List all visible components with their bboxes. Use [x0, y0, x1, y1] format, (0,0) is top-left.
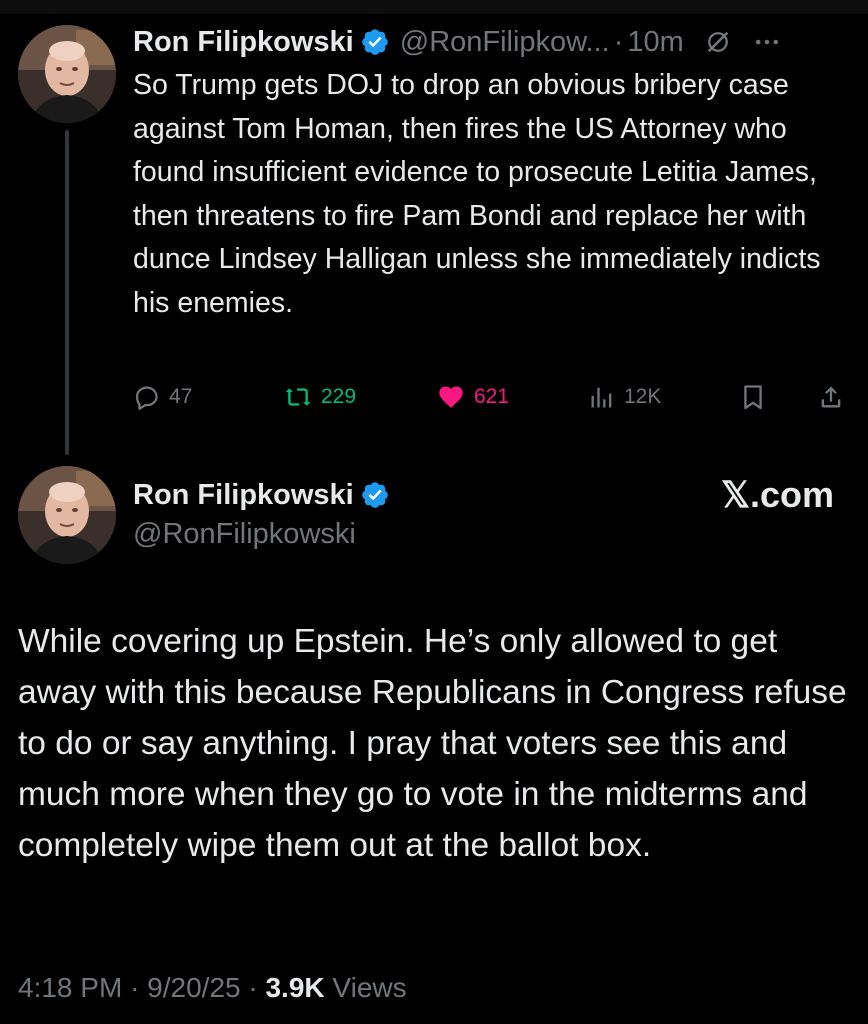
- share-button[interactable]: [817, 377, 845, 417]
- post-date[interactable]: 9/20/25: [147, 972, 240, 1003]
- share-icon: [821, 386, 841, 408]
- repost-icon: [285, 388, 311, 406]
- bookmark-icon: [744, 385, 762, 410]
- verified-badge-icon: [361, 482, 388, 508]
- tweet-action-bar: 47 229 621 12K: [133, 377, 853, 417]
- author-name[interactable]: Ron Filipkowski: [133, 26, 354, 59]
- avatar[interactable]: [18, 25, 116, 123]
- bookmark-button[interactable]: [739, 377, 767, 417]
- views-icon: [591, 387, 612, 408]
- grok-icon[interactable]: [704, 28, 732, 56]
- tweet-header: Ron Filipkowski @RonFilipkow... · 10m: [133, 22, 853, 62]
- thread-connector-line: [65, 130, 69, 455]
- avatar-image: [18, 25, 116, 123]
- author-handle[interactable]: @RonFilipkowski: [133, 518, 356, 551]
- heart-icon: [439, 386, 463, 408]
- avatar-image: [18, 466, 116, 564]
- author-name[interactable]: Ron Filipkowski: [133, 479, 354, 512]
- avatar[interactable]: [18, 466, 116, 564]
- repost-button[interactable]: 229: [283, 377, 356, 417]
- source-watermark: 𝕏.com: [720, 474, 834, 515]
- like-count: 621: [474, 385, 510, 408]
- views-label: Views: [332, 972, 407, 1003]
- views-button[interactable]: 12K: [588, 377, 661, 417]
- repost-count: 229: [321, 385, 357, 408]
- separator-dot: ·: [613, 25, 624, 58]
- reply-button[interactable]: 47: [133, 377, 192, 417]
- views-count: 12K: [624, 385, 662, 408]
- author-handle[interactable]: @RonFilipkow...: [400, 26, 610, 59]
- tweet-text: While covering up Epstein. He’s only all…: [18, 623, 847, 864]
- verified-badge-icon: [361, 29, 388, 55]
- views-count: 3.9K: [265, 972, 325, 1003]
- separator-dot: ·: [130, 972, 140, 1003]
- more-icon[interactable]: [752, 27, 782, 57]
- tweet-meta: 4:18 PM · 9/20/25 · 3.9K Views: [18, 972, 407, 1004]
- tweet-header: Ron Filipkowski: [133, 475, 390, 515]
- like-button[interactable]: 621: [436, 377, 509, 417]
- top-strip: [0, 0, 868, 14]
- reply-count: 47: [169, 385, 193, 408]
- separator-dot: ·: [248, 972, 258, 1003]
- post-time[interactable]: 4:18 PM: [18, 972, 122, 1003]
- tweet-text: So Trump gets DOJ to drop an obvious bri…: [133, 69, 821, 319]
- reply-icon: [135, 386, 158, 410]
- tweet-time[interactable]: 10m: [627, 26, 683, 59]
